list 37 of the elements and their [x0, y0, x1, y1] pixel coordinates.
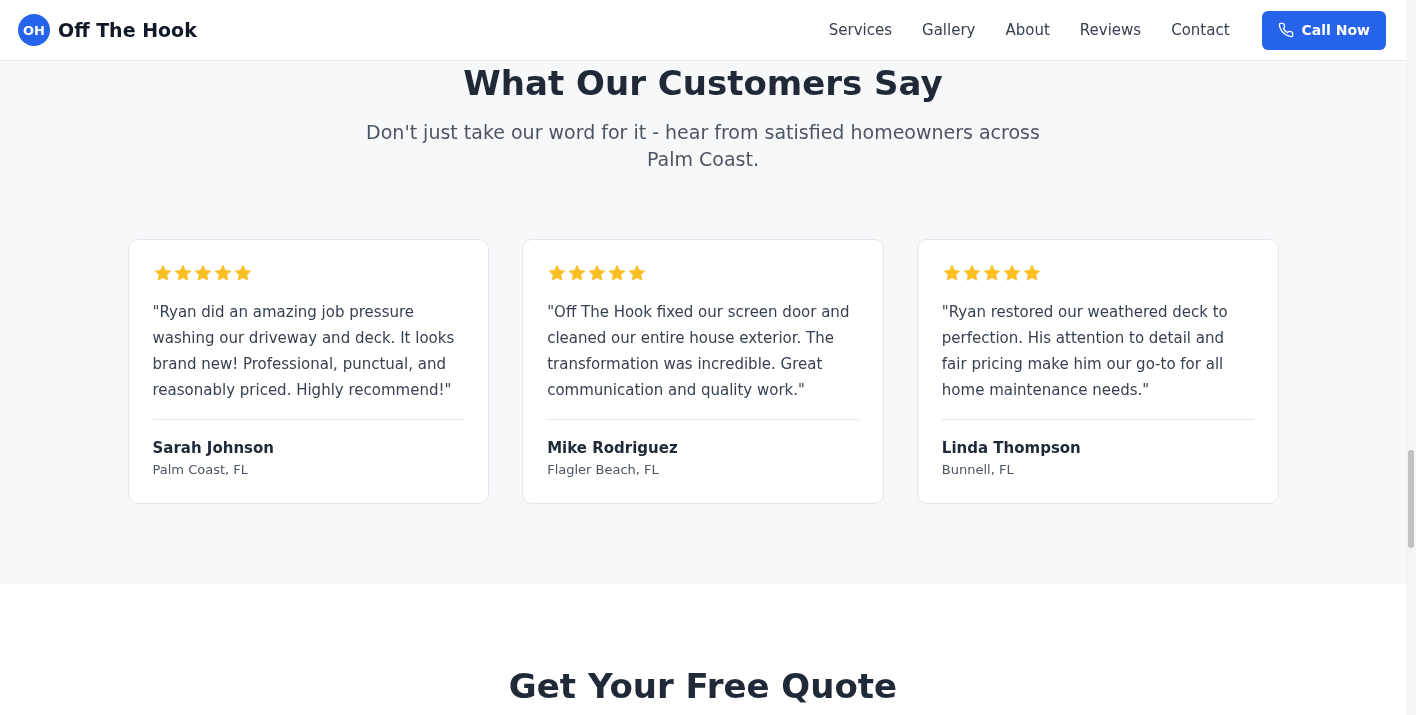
- star-icon: [961, 263, 982, 283]
- review-quote: "Off The Hook fixed our screen door and cleaned our entire house exterior. The transformation was incredible. Great communication and quality work.": [547, 302, 851, 401]
- nav-link[interactable]: Reviews: [1079, 21, 1142, 39]
- star-icon: [192, 263, 213, 283]
- reviewer-location: Palm Coast, FL: [152, 461, 249, 479]
- star-icon: [627, 263, 648, 283]
- review-quote: "Ryan restored our weathered deck to perfection. His attention to detail and fair pricing make him our go-to for all home maintenance needs.": [941, 302, 1229, 401]
- scrollbar-thumb[interactable]: [1408, 450, 1414, 548]
- star-icon: [212, 263, 233, 283]
- star-icon: [232, 263, 253, 283]
- star-icon: [1001, 263, 1022, 283]
- section-subtitle: Don't just take our word for it - hear from satisfied homeowners across Palm Coast.: [365, 120, 1041, 172]
- review-quote: "Ryan did an amazing job pressure washing our driveway and deck. It looks brand new! Professional, punctual, and reasonably priced. Highly recommend!": [152, 302, 456, 401]
- reviewer-name: Sarah Johnson: [152, 438, 275, 459]
- nav-link[interactable]: Gallery: [922, 21, 976, 39]
- star-icon: [172, 263, 193, 283]
- star-icon: [567, 263, 588, 283]
- star-icon: [1021, 263, 1042, 283]
- phone-icon: [1277, 22, 1294, 38]
- brand-name[interactable]: Off The Hook: [58, 19, 197, 41]
- star-icon: [981, 263, 1002, 283]
- nav-link[interactable]: Services: [828, 21, 893, 39]
- reviewer-name: Linda Thompson: [941, 438, 1082, 459]
- section-title: What Our Customers Say: [462, 63, 944, 103]
- star-icon: [587, 263, 608, 283]
- call-now-button[interactable]: Call Now: [1261, 10, 1386, 50]
- star-icon: [152, 263, 173, 283]
- star-icon: [941, 263, 962, 283]
- reviewer-location: Flagler Beach, FL: [547, 461, 660, 479]
- reviewer-name: Mike Rodriguez: [547, 438, 679, 459]
- section-title: Get Your Free Quote: [507, 666, 899, 706]
- nav-link[interactable]: Contact: [1171, 21, 1230, 39]
- nav-link[interactable]: About: [1005, 21, 1050, 39]
- reviewer-location: Bunnell, FL: [941, 461, 1015, 479]
- star-icon: [547, 263, 568, 283]
- logo-badge[interactable]: OH: [18, 14, 50, 46]
- star-icon: [607, 263, 628, 283]
